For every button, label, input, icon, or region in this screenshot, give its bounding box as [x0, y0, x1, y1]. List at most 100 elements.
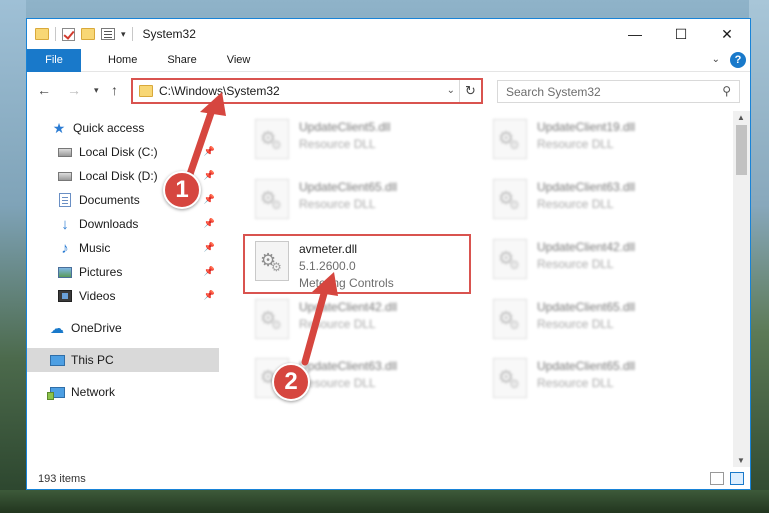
- pin-icon[interactable]: 📌: [204, 146, 215, 157]
- chevron-down-icon[interactable]: ▾: [121, 29, 126, 40]
- sidebar-item-this-pc[interactable]: This PC: [27, 348, 219, 372]
- refresh-icon[interactable]: ↻: [459, 80, 481, 102]
- file-description: Resource DLL: [537, 317, 614, 331]
- file-description: Metering Controls: [299, 276, 394, 290]
- computer-icon: [49, 352, 65, 368]
- file-explorer-window: ▾ System32 — ☐ ✕ File Home Share View ⌄ …: [26, 18, 751, 490]
- dll-file-icon: [493, 179, 527, 219]
- file-name: UpdateClient42.dll: [537, 240, 636, 254]
- sidebar-item-label: Local Disk (C:): [79, 145, 158, 159]
- title-bar: ▾ System32 — ☐ ✕: [27, 19, 750, 49]
- dll-file-icon: [493, 239, 527, 279]
- file-item[interactable]: UpdateClient5.dll Resource DLL: [247, 115, 473, 171]
- up-arrow-icon[interactable]: ↑: [111, 82, 118, 98]
- file-description: Resource DLL: [299, 137, 376, 151]
- file-item[interactable]: UpdateClient19.dll Resource DLL: [485, 115, 711, 171]
- pictures-icon: [57, 264, 73, 280]
- sidebar-item-onedrive[interactable]: ☁ OneDrive: [27, 316, 219, 340]
- dll-file-icon: [493, 119, 527, 159]
- file-name: UpdateClient5.dll: [299, 120, 391, 134]
- music-icon: ♪: [61, 239, 69, 257]
- search-box[interactable]: ⚲: [497, 80, 740, 103]
- navigation-bar: ← → ▾ ↑ C:\Windows\System32 ⌄ ↻ ⚲: [27, 73, 750, 109]
- sidebar-item-videos[interactable]: Videos 📌: [27, 284, 219, 308]
- ribbon-tabs: File Home Share View ⌄ ?: [27, 48, 750, 72]
- file-item-avmeter[interactable]: avmeter.dll 5.1.2600.0 Metering Controls: [247, 237, 473, 293]
- tab-home[interactable]: Home: [93, 54, 152, 66]
- new-folder-icon[interactable]: [81, 28, 95, 40]
- help-icon[interactable]: ?: [730, 52, 746, 68]
- address-bar[interactable]: C:\Windows\System32 ⌄ ↻: [131, 78, 483, 104]
- pin-icon[interactable]: 📌: [204, 170, 215, 181]
- folder-icon: [139, 85, 153, 97]
- window-controls: — ☐ ✕: [612, 19, 750, 49]
- file-name: UpdateClient19.dll: [537, 120, 636, 134]
- file-item[interactable]: UpdateClient42.dll Resource DLL: [247, 295, 473, 351]
- search-icon[interactable]: ⚲: [722, 84, 731, 98]
- sidebar-item-local-disk-c[interactable]: Local Disk (C:) 📌: [27, 140, 219, 164]
- window-title: System32: [142, 27, 196, 41]
- recent-locations-chevron-icon[interactable]: ▾: [94, 85, 99, 96]
- sidebar-item-pictures[interactable]: Pictures 📌: [27, 260, 219, 284]
- sidebar-item-label: Downloads: [79, 217, 139, 231]
- file-item[interactable]: UpdateClient65.dll Resource DLL: [247, 175, 473, 231]
- minimize-button[interactable]: —: [612, 19, 658, 49]
- tab-file[interactable]: File: [27, 48, 81, 72]
- chevron-down-icon[interactable]: ⌄: [447, 85, 455, 96]
- chevron-down-icon[interactable]: ⌄: [712, 54, 720, 65]
- tab-view[interactable]: View: [212, 54, 266, 66]
- sidebar-item-music[interactable]: ♪ Music 📌: [27, 236, 219, 260]
- star-icon: ★: [52, 119, 66, 136]
- scrollbar-thumb[interactable]: [736, 125, 747, 175]
- properties-check-icon[interactable]: [62, 27, 75, 41]
- file-item[interactable]: UpdateClient63.dll Resource DLL: [485, 175, 711, 231]
- step-1-badge: 1: [163, 171, 201, 209]
- documents-icon: [57, 192, 73, 208]
- properties-icon[interactable]: [101, 28, 115, 40]
- search-input[interactable]: [506, 84, 716, 99]
- vertical-scrollbar[interactable]: ▲ ▼: [733, 111, 750, 467]
- sidebar-item-label: OneDrive: [71, 321, 122, 335]
- file-item[interactable]: UpdateClient65.dll Resource DLL: [485, 354, 711, 410]
- sidebar-item-label: Music: [79, 241, 111, 255]
- dll-file-icon: [255, 119, 289, 159]
- scroll-up-arrow-icon[interactable]: ▲: [737, 113, 745, 122]
- sidebar-item-label: Documents: [79, 193, 140, 207]
- pin-icon[interactable]: 📌: [204, 290, 215, 301]
- file-item[interactable]: UpdateClient42.dll Resource DLL: [485, 235, 711, 291]
- close-button[interactable]: ✕: [704, 19, 750, 49]
- sidebar-item-quick-access[interactable]: ★ Quick access: [27, 116, 219, 140]
- tab-share[interactable]: Share: [152, 54, 211, 66]
- view-buttons: [710, 472, 744, 485]
- pin-icon[interactable]: 📌: [204, 218, 215, 229]
- forward-arrow-icon[interactable]: →: [67, 82, 81, 98]
- sidebar-item-label: This PC: [71, 353, 114, 367]
- back-arrow-icon[interactable]: ←: [37, 82, 51, 98]
- drive-icon: [57, 168, 73, 184]
- download-icon: ↓: [61, 215, 69, 233]
- scroll-down-arrow-icon[interactable]: ▼: [737, 456, 745, 465]
- details-view-icon[interactable]: [710, 472, 724, 485]
- address-path[interactable]: C:\Windows\System32: [159, 84, 280, 98]
- dll-file-icon: [255, 299, 289, 339]
- pin-icon[interactable]: 📌: [204, 194, 215, 205]
- tiles-view-icon[interactable]: [730, 472, 744, 485]
- navigation-pane: ★ Quick access Local Disk (C:) 📌 Local D…: [27, 111, 219, 467]
- file-list: UpdateClient5.dll Resource DLL UpdateCli…: [239, 111, 736, 467]
- sidebar-item-downloads[interactable]: ↓ Downloads 📌: [27, 212, 219, 236]
- pin-icon[interactable]: 📌: [204, 266, 215, 277]
- file-name: UpdateClient63.dll: [299, 359, 398, 373]
- maximize-button[interactable]: ☐: [658, 19, 704, 49]
- file-description: Resource DLL: [299, 317, 376, 331]
- desktop-background-bottom: [0, 490, 769, 513]
- toolbar-separator: [55, 27, 56, 41]
- sidebar-item-network[interactable]: Network: [27, 380, 219, 404]
- file-name: avmeter.dll: [299, 242, 358, 256]
- file-item[interactable]: UpdateClient65.dll Resource DLL: [485, 295, 711, 351]
- file-description: Resource DLL: [537, 197, 614, 211]
- pin-icon[interactable]: 📌: [204, 242, 215, 253]
- sidebar-item-label: Quick access: [73, 121, 145, 135]
- desktop-background-left: [0, 0, 26, 513]
- drive-icon: [57, 144, 73, 160]
- dll-file-icon: [255, 241, 289, 281]
